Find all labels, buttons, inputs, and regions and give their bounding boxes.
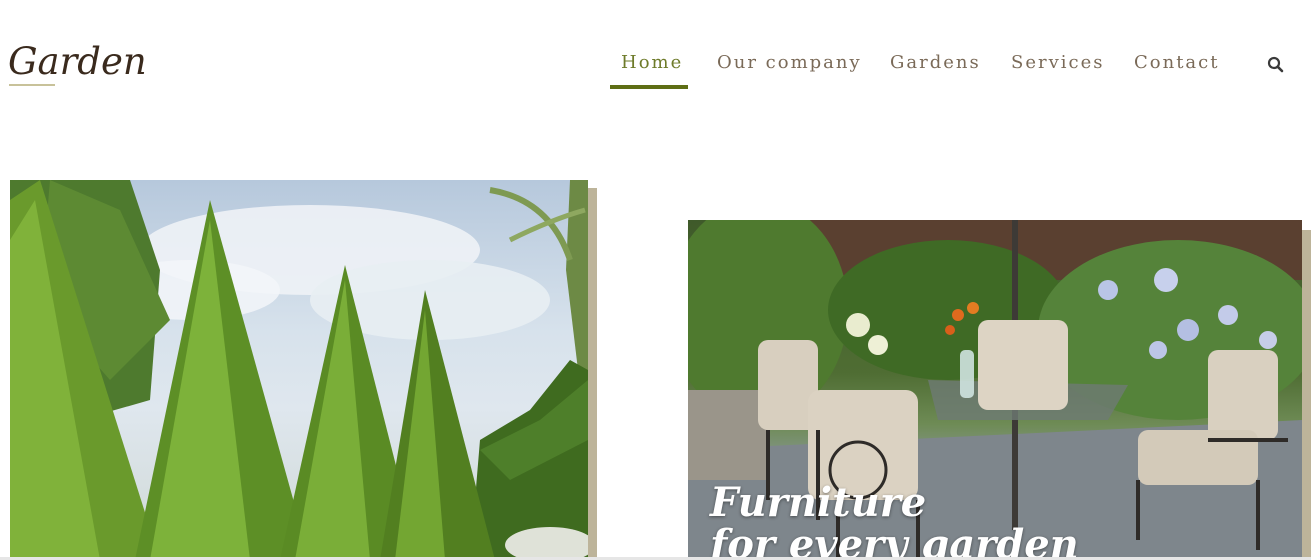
logo-underline — [9, 84, 55, 86]
search-icon — [1267, 56, 1284, 73]
topiary-illustration — [10, 180, 588, 560]
site-logo[interactable]: Garden — [8, 40, 147, 83]
nav-our-company[interactable]: Our company — [717, 52, 862, 88]
caption-line-2: for every garden — [710, 521, 1079, 560]
topiary-garden-image — [10, 180, 588, 560]
nav-services[interactable]: Services — [1011, 52, 1104, 88]
patio-furniture-image: Furniture for every garden — [688, 220, 1302, 560]
search-button[interactable] — [1266, 55, 1286, 75]
nav-contact[interactable]: Contact — [1134, 52, 1219, 88]
nav-gardens[interactable]: Gardens — [890, 52, 981, 88]
nav-home[interactable]: Home — [621, 52, 683, 88]
caption-line-1: Furniture — [710, 479, 927, 526]
hero-caption: Furniture for every garden — [710, 482, 1079, 560]
image-shadow-right — [1302, 230, 1311, 560]
active-nav-indicator — [610, 85, 688, 89]
